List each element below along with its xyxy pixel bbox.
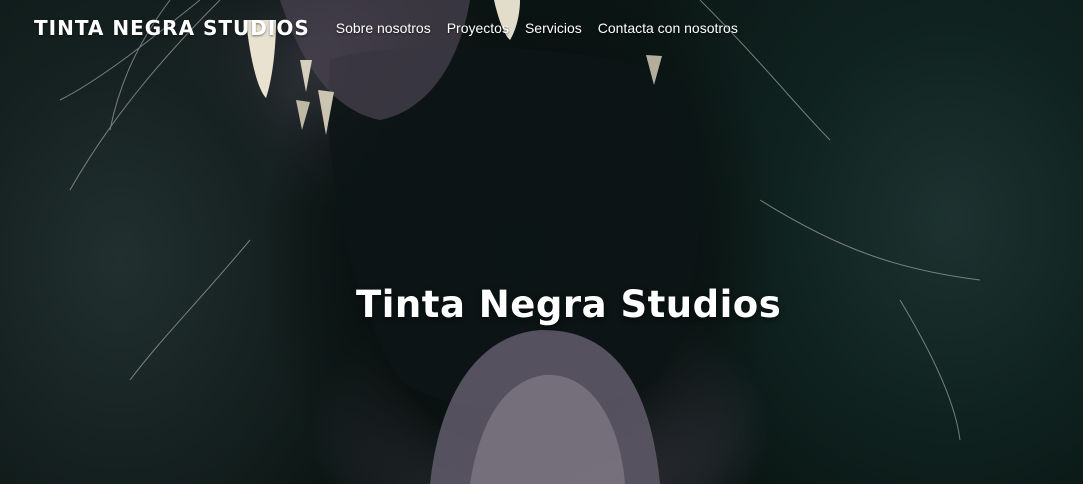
nav-link-servicios[interactable]: Servicios xyxy=(525,20,582,36)
brand-logo-link[interactable]: TINTA NEGRA STUDIOS xyxy=(34,16,310,40)
nav-links: Sobre nosotros Proyectos Servicios Conta… xyxy=(336,20,738,36)
nav-link-proyectos[interactable]: Proyectos xyxy=(447,20,509,36)
hero-title: Tinta Negra Studios xyxy=(356,283,782,326)
hero-section: TINTA NEGRA STUDIOS Sobre nosotros Proye… xyxy=(0,0,1083,484)
hero-background-image xyxy=(59,0,981,484)
nav-link-contacta[interactable]: Contacta con nosotros xyxy=(598,20,738,36)
top-navigation: TINTA NEGRA STUDIOS Sobre nosotros Proye… xyxy=(34,14,738,42)
nav-link-sobre-nosotros[interactable]: Sobre nosotros xyxy=(336,20,431,36)
